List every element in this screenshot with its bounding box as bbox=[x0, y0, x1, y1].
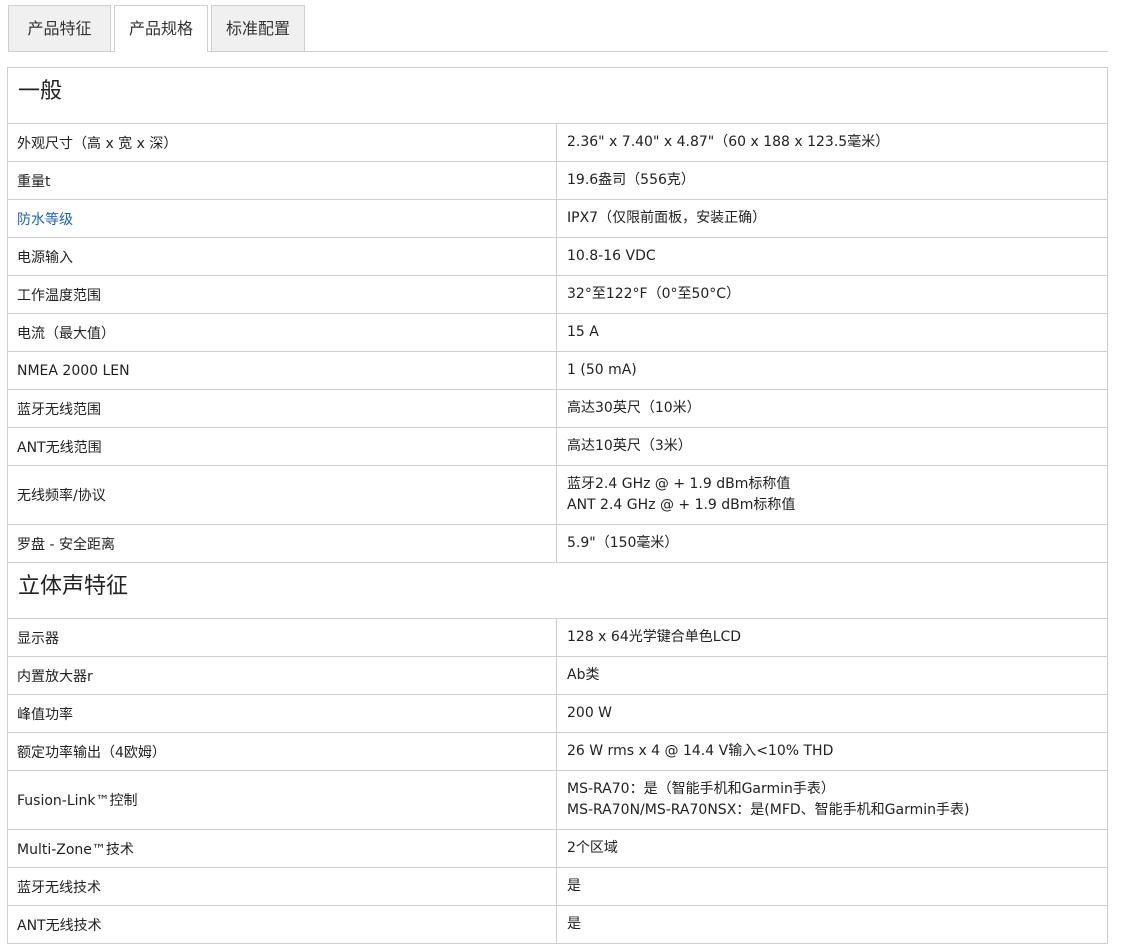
spec-value: 128 x 64光学键合单色LCD bbox=[567, 629, 742, 645]
spec-label: 罗盘 - 安全距离 bbox=[8, 525, 557, 562]
spec-value: IPX7（仅限前面板，安装正确） bbox=[567, 210, 767, 226]
waterproof-rating-link[interactable]: 防水等级 bbox=[17, 209, 73, 229]
spec-label: 峰值功率 bbox=[8, 695, 557, 732]
table-row: Fusion-Link™控制 MS-RA70：是（智能手机和Garmin手表） … bbox=[8, 771, 1107, 830]
table-row: Multi-Zone™技术 2个区域 bbox=[8, 830, 1107, 868]
table-row: 罗盘 - 安全距离 5.9"（150毫米） bbox=[8, 525, 1107, 563]
specs-table: 一般 外观尺寸（高 x 宽 x 深） 2.36" x 7.40" x 4.87"… bbox=[7, 67, 1108, 944]
spec-value: Ab类 bbox=[567, 667, 600, 683]
spec-value: 是 bbox=[567, 916, 581, 932]
spec-value: 32°至122°F（0°至50°C） bbox=[567, 286, 741, 302]
tab-standard-config[interactable]: 标准配置 bbox=[211, 5, 305, 51]
table-row: 工作温度范围 32°至122°F（0°至50°C） bbox=[8, 276, 1107, 314]
spec-label: 蓝牙无线范围 bbox=[8, 390, 557, 427]
table-row: 外观尺寸（高 x 宽 x 深） 2.36" x 7.40" x 4.87"（60… bbox=[8, 124, 1107, 162]
spec-label: 电源输入 bbox=[8, 238, 557, 275]
table-row: NMEA 2000 LEN 1 (50 mA) bbox=[8, 352, 1107, 390]
spec-label: 额定功率输出（4欧姆） bbox=[8, 733, 557, 770]
table-row: 峰值功率 200 W bbox=[8, 695, 1107, 733]
spec-label: 内置放大器r bbox=[8, 657, 557, 694]
table-row: 防水等级 IPX7（仅限前面板，安装正确） bbox=[8, 200, 1107, 238]
spec-value: 1 (50 mA) bbox=[567, 362, 637, 378]
spec-value: 10.8-16 VDC bbox=[567, 248, 656, 264]
spec-value: 15 A bbox=[567, 324, 599, 340]
spec-label: 重量t bbox=[8, 162, 557, 199]
spec-value: 19.6盎司（556克） bbox=[567, 172, 695, 188]
spec-label: 电流（最大值） bbox=[8, 314, 557, 351]
section-title-general: 一般 bbox=[8, 68, 1107, 124]
spec-label: ANT无线技术 bbox=[8, 906, 557, 943]
tab-product-features[interactable]: 产品特征 bbox=[8, 5, 111, 51]
spec-label: 显示器 bbox=[8, 619, 557, 656]
spec-value: 2个区域 bbox=[567, 840, 618, 856]
section-title-stereo: 立体声特征 bbox=[8, 563, 1107, 619]
tab-product-specs[interactable]: 产品规格 bbox=[114, 5, 208, 52]
spec-value: 26 W rms x 4 @ 14.4 V输入<10% THD bbox=[567, 743, 834, 759]
spec-label: 外观尺寸（高 x 宽 x 深） bbox=[8, 124, 557, 161]
table-row: ANT无线技术 是 bbox=[8, 906, 1107, 944]
table-row: 电源输入 10.8-16 VDC bbox=[8, 238, 1107, 276]
spec-value: 是 bbox=[567, 878, 581, 894]
table-row: 显示器 128 x 64光学键合单色LCD bbox=[8, 619, 1107, 657]
spec-value: 200 W bbox=[567, 705, 613, 721]
spec-value: MS-RA70：是（智能手机和Garmin手表） MS-RA70N/MS-RA7… bbox=[567, 781, 970, 818]
spec-label: 工作温度范围 bbox=[8, 276, 557, 313]
table-row: 额定功率输出（4欧姆） 26 W rms x 4 @ 14.4 V输入<10% … bbox=[8, 733, 1107, 771]
spec-label: 无线频率/协议 bbox=[8, 466, 557, 524]
spec-value: 高达30英尺（10米） bbox=[567, 400, 701, 416]
spec-label: Fusion-Link™控制 bbox=[8, 771, 557, 829]
spec-value: 5.9"（150毫米） bbox=[567, 535, 679, 551]
spec-label: Multi-Zone™技术 bbox=[8, 830, 557, 867]
table-row: 蓝牙无线范围 高达30英尺（10米） bbox=[8, 390, 1107, 428]
table-row: 重量t 19.6盎司（556克） bbox=[8, 162, 1107, 200]
spec-label: 防水等级 bbox=[8, 200, 557, 237]
table-row: 无线频率/协议 蓝牙2.4 GHz @ + 1.9 dBm标称值 ANT 2.4… bbox=[8, 466, 1107, 525]
spec-label: NMEA 2000 LEN bbox=[8, 352, 557, 389]
spec-tabs: 产品特征 产品规格 标准配置 bbox=[8, 5, 1108, 52]
spec-value: 蓝牙2.4 GHz @ + 1.9 dBm标称值 ANT 2.4 GHz @ +… bbox=[567, 476, 796, 513]
spec-value: 2.36" x 7.40" x 4.87"（60 x 188 x 123.5毫米… bbox=[567, 134, 890, 150]
table-row: ANT无线范围 高达10英尺（3米） bbox=[8, 428, 1107, 466]
table-row: 电流（最大值） 15 A bbox=[8, 314, 1107, 352]
table-row: 内置放大器r Ab类 bbox=[8, 657, 1107, 695]
table-row: 蓝牙无线技术 是 bbox=[8, 868, 1107, 906]
spec-value: 高达10英尺（3米） bbox=[567, 438, 692, 454]
spec-label: ANT无线范围 bbox=[8, 428, 557, 465]
spec-label: 蓝牙无线技术 bbox=[8, 868, 557, 905]
